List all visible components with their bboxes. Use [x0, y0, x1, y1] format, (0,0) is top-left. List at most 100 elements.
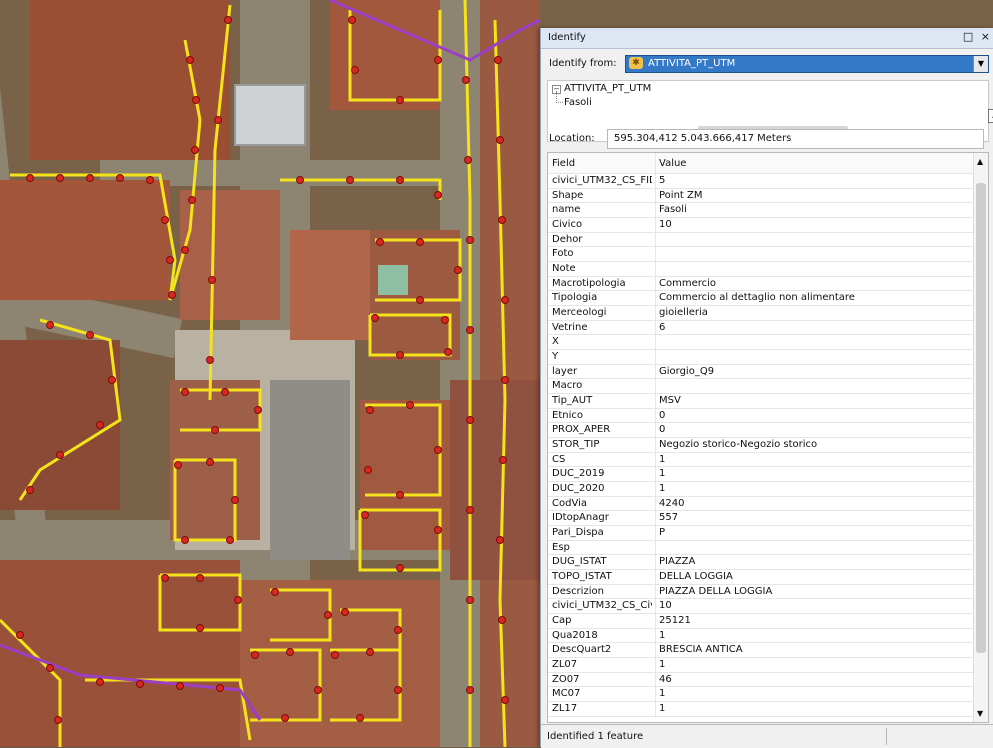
identify-from-dropdown[interactable]: ✱ ATTIVITA_PT_UTM ▼ — [625, 55, 989, 73]
layer-gear-icon: ✱ — [629, 57, 643, 69]
table-row[interactable]: Dehor — [548, 231, 978, 248]
restore-icon[interactable]: □ — [963, 30, 973, 43]
field-value: 10 — [659, 600, 672, 612]
field-value: PIAZZA DELLA LOGGIA — [659, 585, 773, 597]
tree-node-layer[interactable]: − ATTIVITA_PT_UTM — [552, 83, 651, 94]
field-name: STOR_TIP — [552, 439, 600, 451]
table-row[interactable]: Merceologi gioielleria — [548, 305, 978, 321]
field-name: Note — [552, 263, 576, 275]
table-row[interactable]: Macro — [548, 378, 978, 395]
field-name: Merceologi — [552, 307, 607, 319]
field-value: 1 — [659, 703, 666, 715]
table-row[interactable]: Tipologia Commercio al dettaglio non alim… — [548, 290, 978, 307]
field-value: 1 — [659, 659, 666, 671]
location-field[interactable]: 595.304,412 5.043.666,417 Meters — [607, 129, 984, 149]
field-name: ZO07 — [552, 673, 580, 685]
table-row[interactable]: STOR_TIP Negozio storico-Negozio storico — [548, 437, 978, 453]
table-header: Field Value — [548, 153, 978, 174]
table-row[interactable]: TOPO_ISTAT DELLA LOGGIA — [548, 569, 978, 585]
field-value: Commercio — [659, 277, 717, 289]
table-row[interactable]: CS 1 — [548, 451, 978, 468]
field-name: Shape — [552, 189, 584, 201]
table-row[interactable]: Cap 25121 — [548, 613, 978, 629]
table-row[interactable]: DescQuart2 BRESCIA ANTICA — [548, 642, 978, 659]
table-vscrollbar[interactable]: ▲ ▼ — [973, 153, 988, 722]
table-row[interactable]: CodVia 4240 — [548, 495, 978, 512]
table-row[interactable]: Esp — [548, 539, 978, 556]
field-value: 1 — [659, 453, 666, 465]
field-name: CodVia — [552, 497, 587, 509]
chevron-down-icon[interactable]: ▼ — [973, 56, 988, 72]
value-column-header[interactable]: Value — [659, 158, 979, 169]
table-row[interactable]: MC07 1 — [548, 686, 978, 703]
field-name: Cap — [552, 615, 572, 627]
field-value: BRESCIA ANTICA — [659, 644, 743, 656]
table-row[interactable]: Vetrine 6 — [548, 319, 978, 336]
field-name: TOPO_ISTAT — [552, 571, 612, 583]
identify-from-label: Identify from: — [549, 58, 617, 69]
tree-layer-label: ATTIVITA_PT_UTM — [564, 83, 652, 94]
field-value: gioielleria — [659, 307, 708, 319]
table-row[interactable]: Descrizion PIAZZA DELLA LOGGIA — [548, 583, 978, 600]
field-name: Macro — [552, 380, 583, 392]
table-row[interactable]: DUG_ISTAT PIAZZA — [548, 554, 978, 571]
table-row[interactable]: IDtopAnagr 557 — [548, 510, 978, 527]
table-row[interactable]: ZL17 1 — [548, 701, 978, 717]
table-row[interactable]: Tip_AUT MSV — [548, 393, 978, 409]
table-row[interactable]: Civico 10 — [548, 217, 978, 233]
field-name: ZL07 — [552, 659, 578, 671]
identify-titlebar[interactable]: Identify □ × — [541, 28, 993, 49]
field-name: Tip_AUT — [552, 395, 593, 407]
field-value: Point ZM — [659, 189, 703, 201]
table-row[interactable]: layer Giorgio_Q9 — [548, 363, 978, 380]
table-row[interactable]: Shape Point ZM — [548, 187, 978, 204]
sort-az-icon[interactable]: A — [988, 109, 993, 123]
close-icon[interactable]: × — [981, 30, 990, 43]
field-value: MSV — [659, 395, 681, 407]
identify-from-row: Identify from: ✱ ATTIVITA_PT_UTM ▼ — [541, 54, 993, 74]
field-name: DUC_2020 — [552, 483, 605, 495]
tree-node-feature[interactable]: Fasoli — [556, 91, 592, 108]
table-row[interactable]: civici_UTM32_CS_FID 5 — [548, 173, 978, 189]
table-row[interactable]: ZO07 46 — [548, 671, 978, 688]
table-row[interactable]: Note — [548, 261, 978, 277]
field-name: Vetrine — [552, 321, 588, 333]
table-row[interactable]: Etnico 0 — [548, 407, 978, 424]
field-value: 25121 — [659, 615, 691, 627]
scroll-up-icon[interactable]: ▲ — [977, 157, 983, 166]
field-value: Giorgio_Q9 — [659, 365, 715, 377]
field-value: DELLA LOGGIA — [659, 571, 733, 583]
field-name: civici_UTM32_CS_FID — [552, 175, 652, 186]
field-name: IDtopAnagr — [552, 512, 609, 524]
table-row[interactable]: DUC_2020 1 — [548, 481, 978, 497]
table-row[interactable]: Y — [548, 349, 978, 365]
table-row[interactable]: civici_UTM32_CS_Civico 10 — [548, 598, 978, 615]
field-name: layer — [552, 365, 578, 377]
field-name: Civico — [552, 219, 583, 230]
identify-from-value: ATTIVITA_PT_UTM — [648, 58, 736, 69]
identify-window: Identify □ × Identify from: ✱ ATTIVITA_P… — [540, 28, 993, 748]
field-value: PIAZZA — [659, 556, 696, 568]
scroll-thumb[interactable] — [976, 183, 986, 653]
table-row[interactable]: Foto — [548, 246, 978, 262]
field-value: Negozio storico-Negozio storico — [659, 439, 818, 451]
field-name: ZL17 — [552, 703, 578, 715]
table-row[interactable]: ZL07 1 — [548, 657, 978, 673]
table-row[interactable]: Macrotipologia Commercio — [548, 275, 978, 292]
table-row[interactable]: Qua2018 1 — [548, 627, 978, 644]
table-row[interactable]: PROX_APER 0 — [548, 422, 978, 439]
table-row[interactable]: Pari_Dispa P — [548, 525, 978, 541]
status-text: Identified 1 feature — [547, 731, 644, 742]
field-name: X — [552, 336, 559, 348]
table-row[interactable]: DUC_2019 1 — [548, 466, 978, 483]
field-name: PROX_APER — [552, 424, 611, 436]
field-value: 1 — [659, 468, 666, 480]
field-value: P — [659, 527, 666, 539]
piazza-shadow — [270, 380, 350, 560]
field-name: CS — [552, 453, 566, 465]
table-row[interactable]: name Fasoli — [548, 202, 978, 218]
field-column-header[interactable]: Field — [552, 158, 652, 169]
location-row: Location: 595.304,412 5.043.666,417 Mete… — [541, 128, 993, 150]
table-row[interactable]: X — [548, 334, 978, 351]
scroll-down-icon[interactable]: ▼ — [977, 709, 983, 718]
